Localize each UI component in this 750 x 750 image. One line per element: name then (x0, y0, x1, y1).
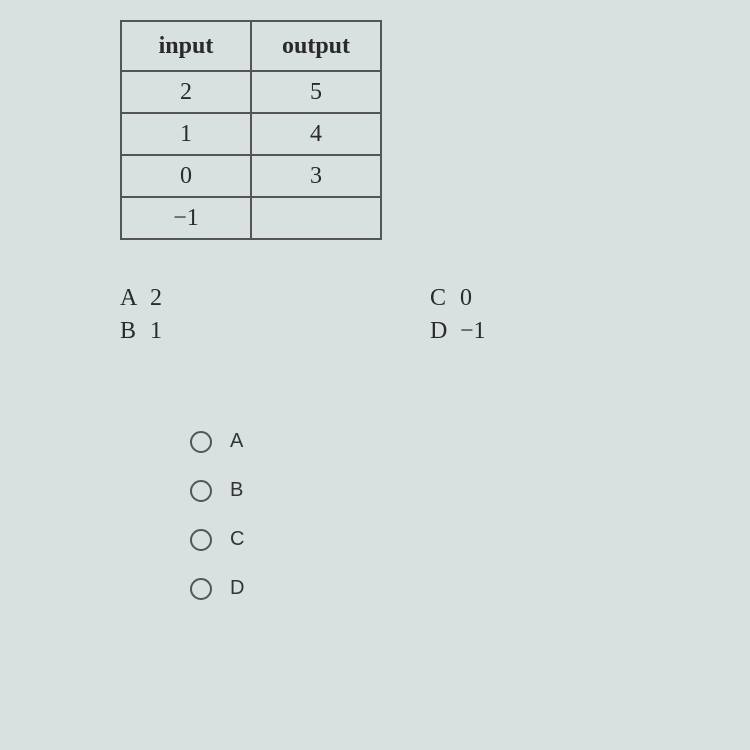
table-row: −1 (121, 197, 381, 239)
table-row: 0 3 (121, 155, 381, 197)
radio-option-c[interactable]: C (190, 528, 650, 551)
cell-output: 3 (251, 155, 381, 197)
radio-label: D (230, 577, 244, 600)
choice-letter: C (430, 285, 460, 312)
cell-input: −1 (121, 197, 251, 239)
cell-output: 4 (251, 113, 381, 155)
choice-value: 1 (150, 318, 162, 344)
choice-value: 2 (150, 285, 162, 311)
choice-letter: D (430, 318, 460, 345)
choice-c: C0 (430, 285, 580, 312)
cell-output (251, 197, 381, 239)
radio-option-b[interactable]: B (190, 479, 650, 502)
cell-input: 2 (121, 71, 251, 113)
radio-icon (190, 529, 212, 551)
table-header-output: output (251, 21, 381, 71)
radio-option-d[interactable]: D (190, 577, 650, 600)
io-table: input output 2 5 1 4 0 3 −1 (120, 20, 382, 240)
radio-icon (190, 578, 212, 600)
choice-value: 0 (460, 285, 472, 311)
radio-group: A B C D (190, 430, 650, 600)
table-header-input: input (121, 21, 251, 71)
radio-option-a[interactable]: A (190, 430, 650, 453)
cell-output: 5 (251, 71, 381, 113)
cell-input: 0 (121, 155, 251, 197)
choice-letter: B (120, 318, 150, 345)
answer-choices: A2 C0 B1 D−1 (120, 285, 580, 345)
choice-value: −1 (460, 318, 486, 344)
radio-icon (190, 480, 212, 502)
radio-label: A (230, 430, 243, 453)
radio-label: C (230, 528, 244, 551)
radio-icon (190, 431, 212, 453)
table-row: 2 5 (121, 71, 381, 113)
cell-input: 1 (121, 113, 251, 155)
choice-letter: A (120, 285, 150, 312)
radio-label: B (230, 479, 243, 502)
choice-d: D−1 (430, 318, 580, 345)
choice-a: A2 (120, 285, 270, 312)
choice-b: B1 (120, 318, 270, 345)
table-row: 1 4 (121, 113, 381, 155)
